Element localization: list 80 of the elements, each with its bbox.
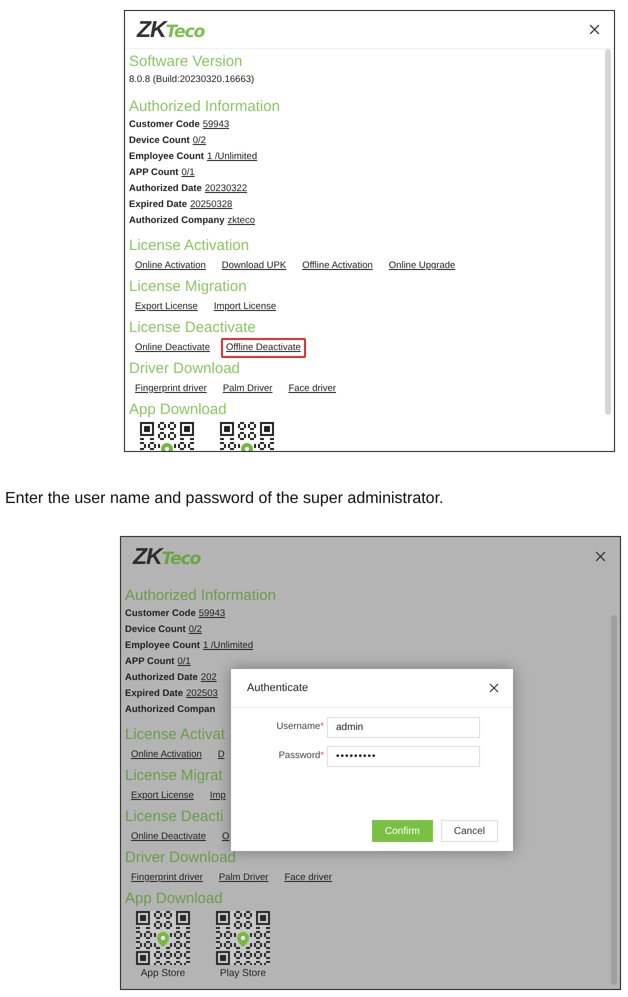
field-label: APP Count: [125, 655, 174, 669]
link[interactable]: Online Activation: [130, 256, 211, 276]
section-heading: License Deactivate: [129, 318, 256, 338]
version-text: 8.0.8 (Build:20230320.16663): [129, 73, 256, 87]
close-icon[interactable]: [595, 550, 606, 562]
field-label: Authorized Company: [129, 214, 225, 228]
qr-caption: App Store: [140, 967, 186, 981]
section-heading: Driver Download: [129, 359, 240, 379]
qr-code: [136, 911, 190, 965]
link[interactable]: Online Upgrade: [384, 256, 460, 276]
field-label: Username: [276, 720, 320, 734]
link[interactable]: Imp: [204, 786, 231, 806]
field-value[interactable]: 0/1: [181, 165, 195, 181]
input-field[interactable]: •••••••••: [327, 746, 480, 767]
field-label: APP Count: [129, 166, 178, 180]
field-value[interactable]: 202503: [186, 686, 218, 702]
field-label: Customer Code: [125, 607, 196, 621]
logo: ZKTeco: [133, 544, 200, 568]
section-heading: License Migration: [129, 277, 247, 297]
section-heading: Authorized Information: [125, 586, 276, 606]
field-label: Customer Code: [129, 118, 200, 132]
field-value[interactable]: 1 /Unlimited: [202, 638, 254, 654]
field-value[interactable]: 0/2: [192, 133, 206, 149]
section-heading: App Download: [125, 889, 223, 909]
link[interactable]: Import License: [208, 297, 282, 317]
field-label: Authorized Date: [125, 671, 198, 685]
field-value[interactable]: 0/2: [188, 622, 202, 638]
field-label: Device Count: [129, 134, 190, 148]
field-value[interactable]: 1 /Unlimited: [206, 149, 258, 165]
section-heading: License Deacti: [125, 807, 224, 827]
field-value[interactable]: 20250328: [190, 197, 232, 213]
logo: ZKTeco: [137, 18, 204, 41]
field-label: Expired Date: [125, 687, 184, 701]
link[interactable]: Palm Driver: [214, 868, 274, 888]
link[interactable]: Offline Activation: [297, 256, 378, 276]
field-value[interactable]: 0/1: [177, 654, 191, 670]
link[interactable]: Palm Driver: [218, 379, 278, 399]
close-icon[interactable]: [489, 683, 499, 693]
input-field[interactable]: admin: [327, 717, 480, 738]
field-label: Authorized Compan: [125, 703, 216, 717]
field-label: Employee Count: [129, 150, 204, 164]
link[interactable]: Online Activation: [126, 745, 207, 765]
section-heading: License Activation: [129, 236, 250, 256]
section-heading: License Activat: [125, 725, 226, 745]
link[interactable]: Fingerprint driver: [126, 868, 208, 888]
field-label: Password: [278, 749, 320, 764]
field-value[interactable]: zkteco: [228, 213, 255, 229]
section-heading: Software Version: [129, 52, 242, 72]
field-label: Employee Count: [125, 639, 200, 653]
section-heading: App Download: [129, 400, 227, 420]
link[interactable]: Download UPK: [216, 256, 292, 276]
close-icon[interactable]: [589, 24, 600, 35]
caption-text: Enter the user name and password of the super administrator.: [5, 489, 444, 509]
link[interactable]: Online Deactivate: [126, 827, 211, 847]
qr-caption: Play Store: [220, 967, 266, 981]
qr-code: [216, 911, 270, 965]
link[interactable]: D: [212, 745, 230, 765]
link[interactable]: Face driver: [279, 868, 337, 888]
required-mark: *: [320, 749, 324, 764]
field-label: Expired Date: [129, 198, 188, 212]
link[interactable]: Face driver: [283, 379, 341, 399]
link[interactable]: O: [216, 827, 234, 847]
link[interactable]: Offline Deactivate: [220, 338, 306, 358]
link[interactable]: Export License: [130, 297, 203, 317]
link[interactable]: Export License: [126, 786, 199, 806]
field-value[interactable]: 59943: [202, 117, 230, 133]
field-value[interactable]: 20230322: [204, 181, 248, 197]
link[interactable]: Online Deactivate: [130, 338, 215, 358]
field-label: Device Count: [125, 623, 186, 637]
scrollbar[interactable]: [605, 49, 611, 415]
field-value[interactable]: 59943: [198, 606, 226, 622]
button[interactable]: Cancel: [440, 820, 498, 842]
field-label: Authorized Date: [129, 182, 202, 196]
link[interactable]: Fingerprint driver: [130, 379, 212, 399]
required-mark: *: [320, 720, 324, 734]
section-heading: Authorized Information: [129, 97, 280, 117]
section-heading: License Migrat: [125, 766, 223, 786]
section-heading: Driver Download: [125, 848, 236, 868]
dialog-title: Authenticate: [247, 680, 308, 696]
field-value[interactable]: 202: [200, 670, 217, 686]
